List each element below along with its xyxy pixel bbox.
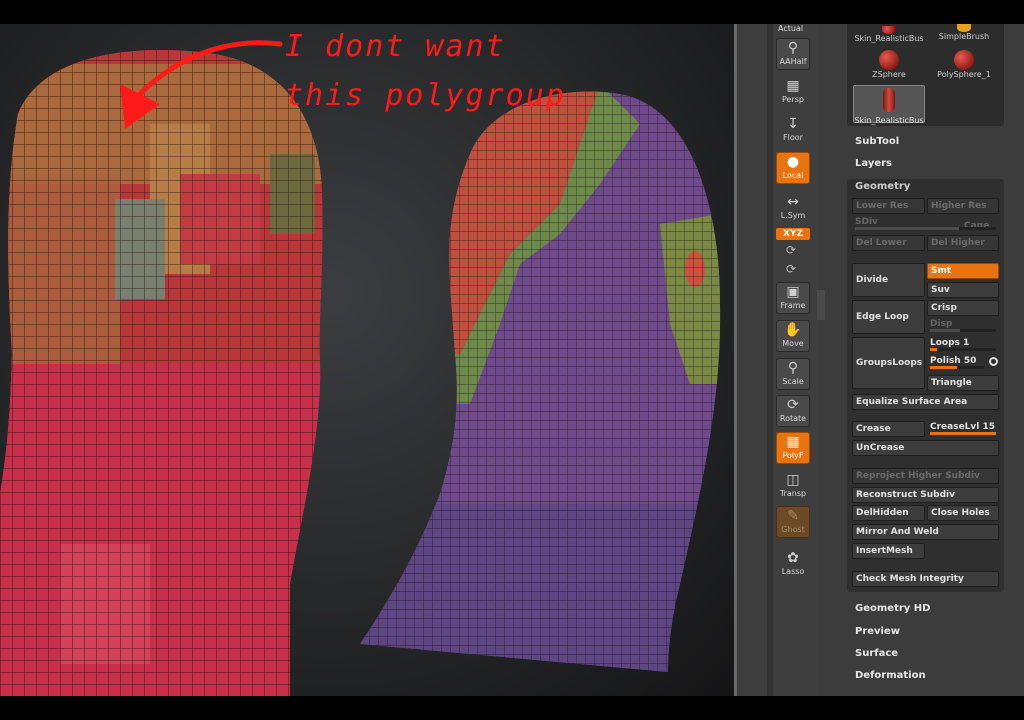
brush-thumb-polysphere[interactable]: PolySphere_1: [930, 50, 998, 79]
equalize-surface-area-button[interactable]: Equalize Surface Area: [852, 394, 999, 410]
aahalf-button[interactable]: ⚲ AAHalf: [776, 38, 810, 70]
lasso-button[interactable]: ✿ Lasso: [776, 548, 810, 580]
hand-move-icon: ✋: [784, 322, 802, 338]
del-lower-button[interactable]: Del Lower: [852, 235, 925, 251]
actual-label[interactable]: Actual: [778, 24, 803, 33]
polish-slider[interactable]: Polish 50: [927, 355, 987, 371]
annotation-line-1: I dont want: [285, 29, 506, 64]
brush-thumb-simple[interactable]: SimpleBrush: [930, 24, 998, 41]
frame-button[interactable]: ▣ Frame: [776, 282, 810, 314]
perspective-grid-icon: ▦: [786, 78, 800, 94]
menu-geometry-hd[interactable]: Geometry HD: [855, 603, 930, 614]
smt-toggle[interactable]: Smt: [927, 263, 999, 279]
viewport-canvas[interactable]: I dont want this polygroup: [0, 24, 734, 696]
palette-collapse-tab[interactable]: [817, 290, 825, 320]
del-higher-button[interactable]: Del Higher: [927, 235, 999, 251]
mirror-and-weld-button[interactable]: Mirror And Weld: [852, 524, 999, 540]
crease-level-slider[interactable]: CreaseLvl 15: [927, 421, 999, 437]
menu-layers[interactable]: Layers: [855, 158, 892, 169]
polyf-button[interactable]: ▦ PolyF: [776, 432, 810, 464]
geometry-title[interactable]: Geometry: [855, 181, 910, 192]
suv-toggle[interactable]: Suv: [927, 282, 999, 298]
local-pivot-icon: ●: [786, 154, 800, 170]
transparency-icon: ◫: [786, 472, 800, 488]
menu-surface[interactable]: Surface: [855, 648, 898, 659]
move-button[interactable]: ✋ Move: [776, 320, 810, 352]
divide-button[interactable]: Divide: [852, 263, 925, 297]
cage-label[interactable]: Cage: [964, 220, 989, 232]
xyz-button[interactable]: XYZ: [776, 228, 810, 240]
disp-slider[interactable]: Disp: [927, 318, 999, 334]
zsphere-icon: [879, 50, 899, 70]
brush-thumb-zsphere[interactable]: ZSphere: [853, 50, 925, 79]
rotate-y-icon[interactable]: ⟳: [786, 243, 796, 257]
sdiv-slider[interactable]: SDiv Cage: [852, 216, 999, 232]
floor-button[interactable]: ↧ Floor: [776, 114, 810, 146]
brush-thumb-skin-1[interactable]: Skin_RealisticBus: [853, 26, 925, 43]
reconstruct-subdiv-button[interactable]: Reconstruct Subdiv: [852, 487, 999, 503]
simple-brush-icon: [957, 24, 971, 32]
persp-button[interactable]: ▦ Persp: [776, 76, 810, 108]
groups-loops-button[interactable]: GroupsLoops: [852, 337, 925, 389]
polyframe-icon: ▦: [786, 434, 800, 450]
brush-thumb-skin-selected[interactable]: Skin_RealisticBus: [853, 85, 925, 125]
bust-thumb-icon: [883, 88, 895, 112]
del-hidden-button[interactable]: DelHidden: [852, 505, 925, 521]
shelf-scroll-strip[interactable]: [767, 24, 773, 696]
ghost-button[interactable]: ✎ Ghost: [776, 506, 810, 538]
lsym-button[interactable]: ↔ L.Sym: [776, 192, 810, 224]
crease-button[interactable]: Crease: [852, 421, 925, 437]
rotate-z-icon[interactable]: ⟳: [786, 262, 796, 276]
annotation-line-2: this polygroup: [285, 78, 566, 113]
edge-loop-button[interactable]: Edge Loop: [852, 300, 925, 334]
menu-subtool[interactable]: SubTool: [855, 136, 899, 147]
reproject-higher-subdiv-button[interactable]: Reproject Higher Subdiv: [852, 468, 999, 484]
magnifier-icon: ⚲: [787, 40, 799, 56]
rotate-button[interactable]: ⟳ Rotate: [776, 395, 810, 427]
menu-deformation[interactable]: Deformation: [855, 670, 926, 681]
check-mesh-integrity-button[interactable]: Check Mesh Integrity: [852, 571, 999, 587]
scale-icon: ⚲: [787, 360, 799, 376]
insert-mesh-button[interactable]: InsertMesh: [852, 543, 925, 559]
close-holes-button[interactable]: Close Holes: [927, 505, 999, 521]
loops-slider[interactable]: Loops 1: [927, 337, 999, 353]
local-button[interactable]: ● Local: [776, 152, 810, 184]
bust-thumb-icon: [882, 26, 896, 34]
higher-res-button[interactable]: Higher Res: [927, 198, 999, 214]
scale-button[interactable]: ⚲ Scale: [776, 358, 810, 390]
polish-features-icon[interactable]: [989, 357, 998, 366]
transp-button[interactable]: ◫ Transp: [776, 470, 810, 502]
polysphere-icon: [954, 50, 974, 70]
uncrease-button[interactable]: UnCrease: [852, 440, 999, 456]
annotation-arrow: [120, 40, 283, 129]
rotate-icon: ⟳: [787, 397, 799, 413]
local-symmetry-icon: ↔: [787, 194, 799, 210]
ghost-icon: ✎: [787, 508, 799, 524]
frame-icon: ▣: [786, 284, 800, 300]
menu-preview[interactable]: Preview: [855, 626, 900, 637]
floor-icon: ↧: [787, 116, 799, 132]
crisp-toggle[interactable]: Crisp: [927, 300, 999, 316]
lasso-icon: ✿: [787, 550, 799, 566]
lower-res-button[interactable]: Lower Res: [852, 198, 925, 214]
triangle-toggle[interactable]: Triangle: [927, 375, 999, 391]
